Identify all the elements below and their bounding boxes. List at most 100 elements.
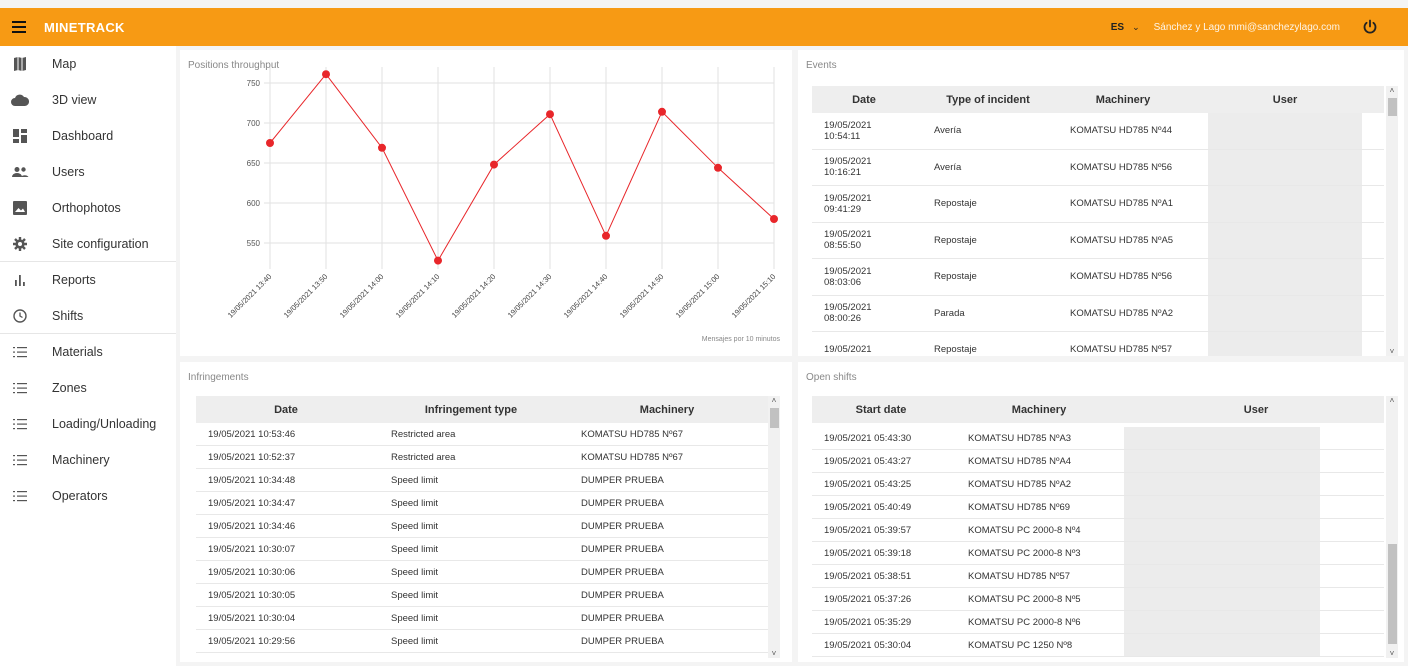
scroll-up-icon[interactable]: ˄ <box>1386 396 1398 405</box>
x-tick-label: 19/05/2021 14:10 <box>394 272 442 320</box>
table-row[interactable]: 19/05/2021 10:30:06 Speed limit DUMPER PRU… <box>196 561 768 584</box>
sidebar-item-materials[interactable]: Materials <box>0 334 176 370</box>
clock-icon <box>11 308 29 324</box>
infringement-machinery-cell: DUMPER PRUEBA <box>581 474 664 486</box>
infringement-machinery-cell: DUMPER PRUEBA <box>581 589 664 601</box>
table-row[interactable]: 19/05/2021 10:53:46 Restricted area KOMATS… <box>196 423 768 446</box>
table-row[interactable]: 19/05/2021 05:43:25 KOMATSU HD785 NºA2 <box>812 473 1384 496</box>
table-row[interactable]: 19/05/2021 05:43:27 KOMATSU HD785 NºA4 <box>812 450 1384 473</box>
table-row[interactable]: 19/05/2021 05:40:49 KOMATSU HD785 Nº69 <box>812 496 1384 519</box>
table-row[interactable]: 19/05/2021 10:34:47 Speed limit DUMPER PRU… <box>196 492 768 515</box>
shift-user-cell-redacted <box>1124 473 1320 495</box>
table-row[interactable]: 19/05/2021 10:54:11 Avería KOMATSU HD785 Nº… <box>812 113 1384 150</box>
column-header-type[interactable]: Type of incident <box>916 94 1060 106</box>
open-shifts-table-header: Start date Machinery User <box>812 396 1384 423</box>
column-header-user[interactable]: User <box>1128 404 1384 416</box>
sidebar-item-operators[interactable]: Operators <box>0 478 176 514</box>
infringement-date-cell: 19/05/2021 10:30:04 <box>208 612 296 624</box>
sidebar-item-shifts[interactable]: Shifts <box>0 298 176 334</box>
column-header-date[interactable]: Date <box>196 404 376 416</box>
image-icon <box>11 200 29 216</box>
column-header-machinery[interactable]: Machinery <box>566 404 768 416</box>
events-scrollbar[interactable]: ˄ ˅ <box>1386 86 1398 356</box>
sidebar-item-orthophotos[interactable]: Orthophotos <box>0 190 176 226</box>
table-row[interactable]: 19/05/2021 09:41:29 Repostaje KOMATSU HD785… <box>812 186 1384 223</box>
table-row[interactable]: 19/05/2021 08:00:26 Parada KOMATSU HD785 Nº… <box>812 295 1384 332</box>
event-user-cell-redacted <box>1208 332 1362 356</box>
scroll-thumb[interactable] <box>1388 544 1397 644</box>
scroll-thumb[interactable] <box>1388 98 1397 116</box>
table-row[interactable]: 19/05/2021 10:30:05 Speed limit DUMPER PRU… <box>196 584 768 607</box>
x-tick-label: 19/05/2021 13:50 <box>282 272 330 320</box>
event-date: 19/05/2021 <box>824 229 872 241</box>
table-row[interactable]: 19/05/2021 05:35:29 KOMATSU PC 2000-8 Nº6 <box>812 611 1384 634</box>
shift-user-cell-redacted <box>1124 634 1320 656</box>
sidebar-item-zones[interactable]: Zones <box>0 370 176 406</box>
infringement-type-cell: Speed limit <box>391 635 438 647</box>
sidebar-item-machinery[interactable]: Machinery <box>0 442 176 478</box>
column-header-machinery[interactable]: Machinery <box>1060 94 1186 106</box>
open-shifts-scrollbar[interactable]: ˄ ˅ <box>1386 396 1398 658</box>
event-machinery-cell: KOMATSU HD785 NºA5 <box>1070 234 1174 246</box>
event-time: 09:41:29 <box>824 203 861 215</box>
user-account-label[interactable]: Sánchez y Lago mmi@sanchezylago.com <box>1154 22 1340 33</box>
chevron-down-icon[interactable]: ⌄ <box>1132 22 1140 33</box>
sidebar-item-site-configuration[interactable]: Site configuration <box>0 226 176 262</box>
column-header-date[interactable]: Date <box>812 94 916 106</box>
shift-machinery-cell: KOMATSU HD785 Nº57 <box>968 570 1071 582</box>
table-row[interactable]: 19/05/2021 05:43:30 KOMATSU HD785 NºA3 <box>812 427 1384 450</box>
table-row[interactable]: 19/05/2021 10:16:21 Avería KOMATSU HD785 Nº… <box>812 149 1384 186</box>
scroll-thumb[interactable] <box>770 408 779 428</box>
scroll-down-icon[interactable]: ˅ <box>1386 649 1398 658</box>
column-header-user[interactable]: User <box>1186 94 1384 106</box>
shift-machinery-cell: KOMATSU PC 2000-8 Nº3 <box>968 547 1081 559</box>
table-row[interactable]: 19/05/2021 10:29:56 Speed limit DUMPER PRU… <box>196 630 768 653</box>
table-row[interactable]: 19/05/2021 10:30:04 Speed limit DUMPER PRU… <box>196 607 768 630</box>
scroll-down-icon[interactable]: ˅ <box>768 649 780 658</box>
language-selector[interactable]: ES <box>1111 22 1124 33</box>
sidebar-item-map[interactable]: Map <box>0 46 176 82</box>
event-machinery-cell: KOMATSU HD785 Nº57 <box>1070 344 1173 356</box>
users-icon <box>11 164 29 180</box>
column-header-start-date[interactable]: Start date <box>812 404 950 416</box>
shift-user-cell-redacted <box>1124 519 1320 541</box>
event-type-cell: Repostaje <box>934 344 977 356</box>
table-row[interactable]: 19/05/2021 Repostaje KOMATSU HD785 Nº57 <box>812 332 1384 356</box>
hamburger-menu-icon[interactable] <box>12 16 34 38</box>
infringements-scrollbar[interactable]: ˄ ˅ <box>768 396 780 658</box>
sidebar-item-loading-unloading[interactable]: Loading/Unloading <box>0 406 176 442</box>
sidebar-item-label: Users <box>52 164 85 179</box>
table-row[interactable]: 19/05/2021 05:39:18 KOMATSU PC 2000-8 Nº3 <box>812 542 1384 565</box>
sidebar-item-reports[interactable]: Reports <box>0 262 176 298</box>
table-row[interactable]: 19/05/2021 08:03:06 Repostaje KOMATSU HD785… <box>812 259 1384 296</box>
table-row[interactable]: 19/05/2021 10:30:07 Speed limit DUMPER PRU… <box>196 538 768 561</box>
infringement-date-cell: 19/05/2021 10:30:06 <box>208 566 296 578</box>
sidebar-item-3d-view[interactable]: 3D view <box>0 82 176 118</box>
table-row[interactable]: 19/05/2021 05:37:26 KOMATSU PC 2000-8 Nº5 <box>812 588 1384 611</box>
scroll-up-icon[interactable]: ˄ <box>768 396 780 405</box>
table-row[interactable]: 19/05/2021 05:38:51 KOMATSU HD785 Nº57 <box>812 565 1384 588</box>
x-tick-label: 19/05/2021 13:40 <box>226 272 274 320</box>
event-type-cell: Repostaje <box>934 198 977 210</box>
y-tick-label: 650 <box>247 159 261 168</box>
table-row[interactable]: 19/05/2021 05:30:04 KOMATSU PC 1250 Nº8 <box>812 634 1384 657</box>
column-header-machinery[interactable]: Machinery <box>950 404 1128 416</box>
shift-start-date-cell: 19/05/2021 05:40:49 <box>824 501 912 513</box>
scroll-up-icon[interactable]: ˄ <box>1386 86 1398 95</box>
x-tick-label: 19/05/2021 14:40 <box>562 272 610 320</box>
sidebar-item-users[interactable]: Users <box>0 154 176 190</box>
power-icon[interactable] <box>1362 19 1378 35</box>
sidebar-item-label: Orthophotos <box>52 200 121 215</box>
event-machinery-cell: KOMATSU HD785 NºA2 <box>1070 307 1174 319</box>
table-row[interactable]: 19/05/2021 08:55:50 Repostaje KOMATSU HD785… <box>812 222 1384 259</box>
data-point <box>322 70 330 79</box>
scroll-down-icon[interactable]: ˅ <box>1386 347 1398 356</box>
table-row[interactable]: 19/05/2021 10:52:37 Restricted area KOMATS… <box>196 446 768 469</box>
table-row[interactable]: 19/05/2021 10:34:48 Speed limit DUMPER PRU… <box>196 469 768 492</box>
chart-footer: Mensajes por 10 minutos <box>701 336 780 343</box>
sidebar-item-dashboard[interactable]: Dashboard <box>0 118 176 154</box>
column-header-infringement-type[interactable]: Infringement type <box>376 404 566 416</box>
table-row[interactable]: 19/05/2021 10:34:46 Speed limit DUMPER PRU… <box>196 515 768 538</box>
table-row[interactable]: 19/05/2021 05:39:57 KOMATSU PC 2000-8 Nº4 <box>812 519 1384 542</box>
event-time: 08:00:26 <box>824 313 861 325</box>
